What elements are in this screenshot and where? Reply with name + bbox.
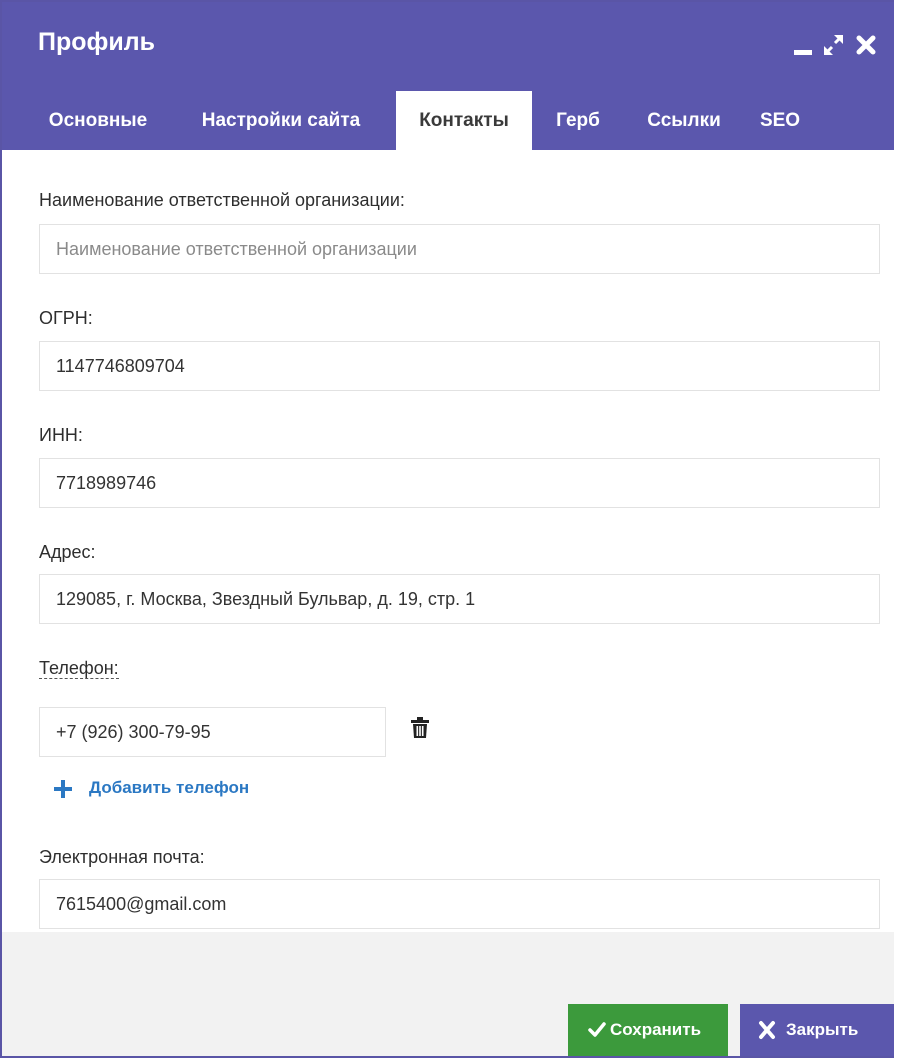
- minimize-icon[interactable]: [792, 30, 818, 58]
- close-button[interactable]: Закрыть: [740, 1004, 894, 1056]
- org-name-label: Наименование ответственной организации:: [39, 190, 405, 210]
- save-button[interactable]: Сохранить: [568, 1004, 728, 1056]
- maximize-icon[interactable]: [822, 30, 848, 58]
- plus-icon: [54, 780, 72, 798]
- add-phone-label: Добавить телефон: [89, 778, 250, 797]
- phone-label-text: Телефон:: [39, 658, 119, 679]
- inn-label: ИНН:: [39, 425, 83, 445]
- check-icon: [588, 1004, 606, 1056]
- tab-site-settings[interactable]: Настройки сайта: [180, 91, 382, 150]
- profile-dialog: Профиль Основные Настройки сайта Контакт…: [0, 0, 894, 1058]
- ogrn-label: ОГРН:: [39, 308, 93, 328]
- dialog-header: Профиль Основные Настройки сайта Контакт…: [2, 2, 894, 150]
- tab-contacts[interactable]: Контакты: [396, 91, 532, 150]
- tab-bar: Основные Настройки сайта Контакты Герб С…: [2, 91, 894, 150]
- trash-icon[interactable]: [410, 717, 430, 739]
- tab-main[interactable]: Основные: [32, 91, 164, 150]
- email-input[interactable]: [39, 879, 880, 929]
- close-button-label: Закрыть: [786, 1020, 859, 1039]
- tab-links[interactable]: Ссылки: [630, 91, 738, 150]
- address-input[interactable]: [39, 574, 880, 624]
- dialog-title: Профиль: [38, 28, 156, 56]
- ogrn-input[interactable]: [39, 341, 880, 391]
- address-label: Адрес:: [39, 542, 96, 562]
- save-button-label: Сохранить: [610, 1020, 702, 1039]
- phone-label: Телефон:: [39, 658, 119, 679]
- inn-input[interactable]: [39, 458, 880, 508]
- org-name-input[interactable]: [39, 224, 880, 274]
- email-label: Электронная почта:: [39, 847, 205, 867]
- tab-emblem[interactable]: Герб: [542, 91, 614, 150]
- close-icon[interactable]: [854, 30, 880, 58]
- close-x-icon: [758, 1004, 776, 1056]
- tab-seo[interactable]: SEO: [750, 91, 810, 150]
- phone-input[interactable]: [39, 707, 386, 757]
